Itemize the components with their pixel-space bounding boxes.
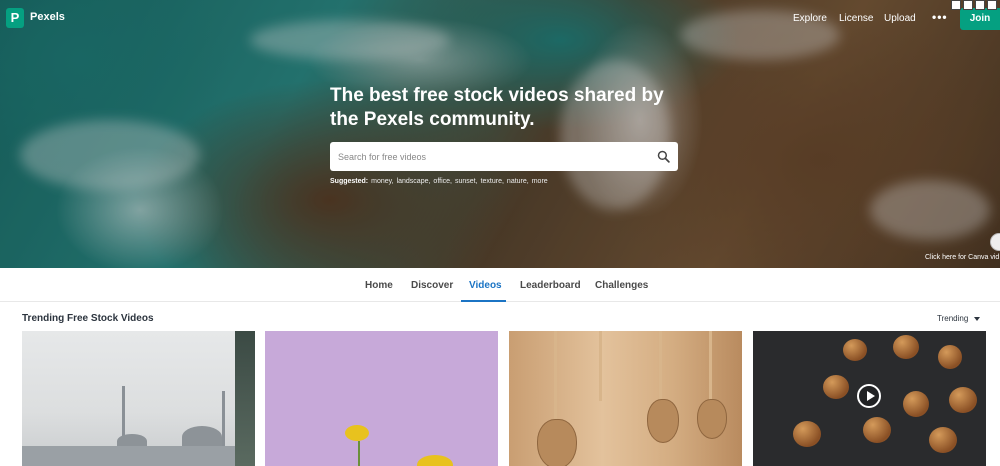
tab-discover[interactable]: Discover [411, 280, 453, 291]
dome-shape [182, 426, 222, 448]
macrame-knot [647, 399, 679, 443]
search-input[interactable] [338, 148, 638, 165]
string-shape [709, 331, 712, 401]
suggested-tag[interactable]: landscape, [397, 178, 431, 185]
hazelnut-shape [843, 339, 867, 361]
string-shape [554, 331, 557, 421]
brand-name[interactable]: Pexels [30, 11, 65, 23]
suggested-tag[interactable]: office, [433, 178, 452, 185]
extension-icon[interactable] [963, 0, 973, 10]
tab-leaderboard[interactable]: Leaderboard [520, 280, 581, 291]
pexels-logo[interactable]: P [6, 8, 24, 28]
flower-shape [417, 455, 453, 466]
minaret-shape [222, 391, 225, 446]
menu-icon[interactable] [987, 0, 997, 10]
download-icon[interactable] [975, 0, 985, 10]
video-card[interactable] [22, 331, 255, 466]
suggested-label: Suggested: [330, 178, 369, 185]
tab-home[interactable]: Home [365, 280, 393, 291]
macrame-knot [537, 419, 577, 466]
sort-dropdown[interactable]: Trending [937, 314, 968, 323]
nav-explore[interactable]: Explore [793, 13, 827, 24]
nav-license[interactable]: License [839, 13, 873, 24]
section-title: Trending Free Stock Videos [22, 313, 154, 324]
chevron-down-icon[interactable] [974, 317, 980, 321]
video-card[interactable] [509, 331, 742, 466]
top-navbar: P Pexels Explore License Upload ••• Join [0, 0, 1000, 36]
video-card[interactable] [753, 331, 986, 466]
extension-icon[interactable] [951, 0, 961, 10]
nav-upload[interactable]: Upload [884, 13, 916, 24]
string-shape [659, 331, 662, 401]
search-icon[interactable] [657, 150, 670, 163]
suggested-more-link[interactable]: more [532, 178, 548, 185]
flower-stem [358, 441, 360, 466]
section-tabs: Home Discover Videos Leaderboard Challen… [0, 268, 1000, 302]
hazelnut-shape [903, 391, 929, 417]
macrame-knot [697, 399, 727, 439]
hero-banner: P Pexels Explore License Upload ••• Join… [0, 0, 1000, 268]
page: P Pexels Explore License Upload ••• Join… [0, 0, 1000, 466]
hero-overlay [0, 0, 1000, 268]
hazelnut-shape [929, 427, 957, 453]
suggested-tag[interactable]: sunset, [455, 178, 478, 185]
video-card[interactable] [265, 331, 498, 466]
hazelnut-shape [863, 417, 891, 443]
active-tab-indicator [461, 300, 506, 302]
hazelnut-shape [823, 375, 849, 399]
browser-extension-icons [951, 0, 997, 10]
search-bar[interactable] [330, 142, 678, 171]
play-triangle [867, 391, 875, 401]
hazelnut-shape [938, 345, 962, 369]
play-icon[interactable] [857, 384, 881, 408]
hero-headline: The best free stock videos shared by the… [330, 85, 664, 130]
more-menu-icon[interactable]: ••• [932, 10, 948, 24]
tab-challenges[interactable]: Challenges [595, 280, 648, 291]
city-skyline [22, 446, 255, 466]
suggested-tag[interactable]: money, [371, 178, 393, 185]
flower-shape [345, 425, 369, 441]
canva-credit-link[interactable]: Click here for Canva vid [925, 254, 999, 261]
hazelnut-shape [949, 387, 977, 413]
hazelnut-shape [793, 421, 821, 447]
tree-shape [235, 331, 255, 466]
suggested-tag[interactable]: texture, [481, 178, 504, 185]
hazelnut-shape [893, 335, 919, 359]
suggested-searches: Suggested: money, landscape, office, sunset,… [330, 178, 548, 185]
string-shape [599, 331, 602, 401]
join-button[interactable]: Join [960, 8, 1000, 30]
tab-videos[interactable]: Videos [469, 280, 502, 291]
suggested-tag[interactable]: nature, [507, 178, 529, 185]
